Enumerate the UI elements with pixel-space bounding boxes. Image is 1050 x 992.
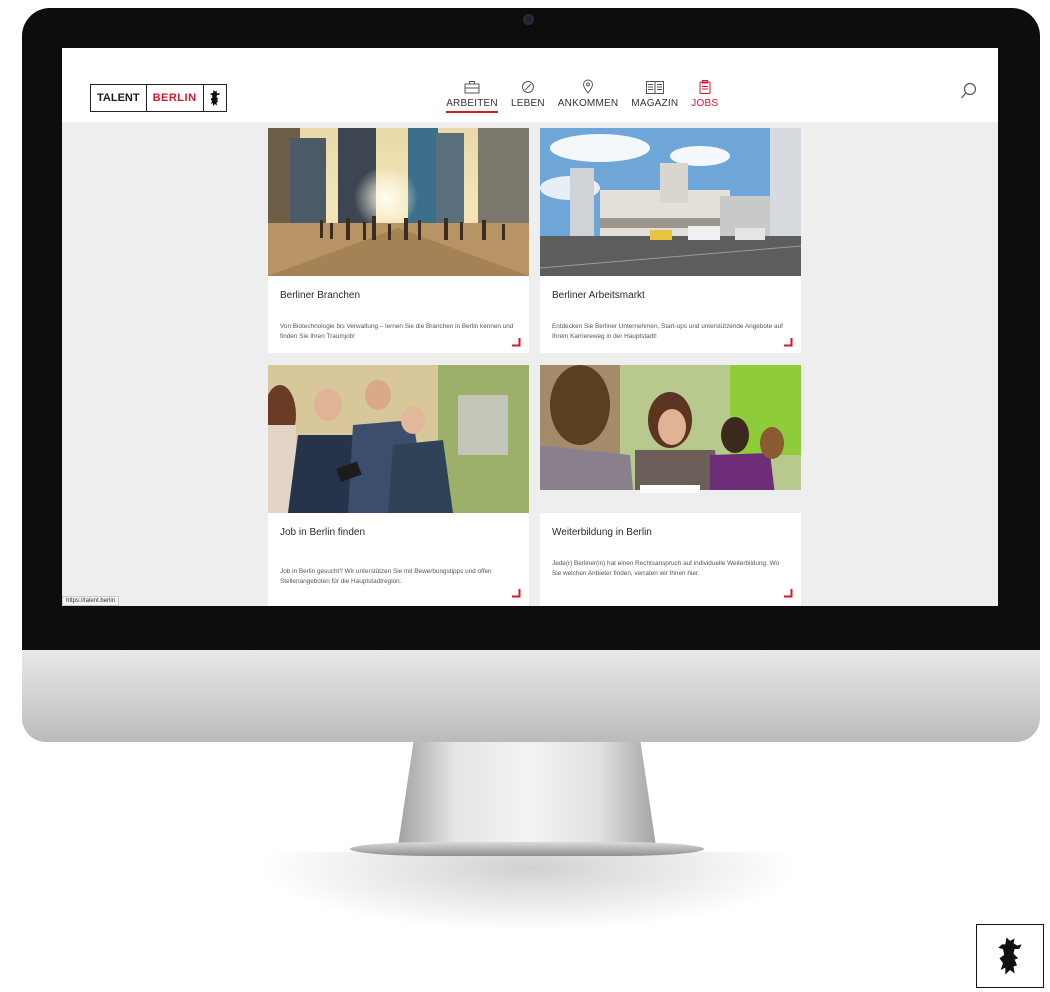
main-nav: ARBEITEN LEBEN ANKOMMEN MAGAZIN JOBS: [446, 78, 731, 113]
screen: TALENT BERLIN ARBEITEN LEBEN ANKOMMEN MA…: [62, 48, 998, 606]
search-icon: [961, 82, 977, 99]
card-description: Von Biotechnologie bis Verwaltung – lern…: [280, 323, 514, 340]
nav-label: ANKOMMEN: [557, 98, 619, 109]
nav-item-arbeiten[interactable]: ARBEITEN: [446, 78, 498, 113]
nav-label: LEBEN: [511, 98, 545, 109]
corner-arrow-icon: [784, 589, 793, 598]
compass-icon: [521, 78, 535, 94]
card-image-people-phones: [268, 365, 529, 513]
card-berliner-branchen[interactable]: Berliner Branchen Von Biotechnologie bis…: [268, 128, 529, 353]
berlin-bear-icon: [998, 937, 1022, 975]
card-title: Job in Berlin finden: [280, 527, 366, 538]
corner-arrow-icon: [512, 589, 521, 598]
logo-berlin-text: BERLIN: [147, 85, 204, 111]
berlin-bear-logo: [976, 924, 1044, 988]
logo-talent-text: TALENT: [91, 85, 147, 111]
monitor-chin: [22, 650, 1040, 742]
location-pin-icon: [581, 78, 595, 94]
site-header: TALENT BERLIN ARBEITEN LEBEN ANKOMMEN MA…: [62, 48, 998, 122]
card-image-city-street: [268, 128, 529, 276]
card-description: Entdecken Sie Berliner Unternehmen, Star…: [552, 323, 783, 340]
card-weiterbildung-in-berlin[interactable]: Weiterbildung in Berlin Jede(r) Berliner…: [540, 365, 801, 606]
card-title: Weiterbildung in Berlin: [552, 527, 652, 538]
monitor-stand: [398, 742, 656, 846]
card-title: Berliner Branchen: [280, 290, 361, 301]
briefcase-icon: [464, 78, 480, 94]
search-button[interactable]: [960, 82, 978, 100]
nav-item-leben[interactable]: LEBEN: [511, 78, 545, 113]
card-description: Jede(r) Berliner(in) hat einen Rechtsans…: [552, 560, 780, 577]
corner-arrow-icon: [784, 338, 793, 347]
nav-item-ankommen[interactable]: ANKOMMEN: [558, 78, 619, 113]
webcam: [523, 14, 534, 25]
newspaper-icon: [645, 78, 664, 94]
card-image-classroom: [540, 365, 801, 513]
stand-shadow: [260, 852, 800, 932]
card-job-in-berlin-finden[interactable]: Job in Berlin finden Job in Berlin gesuc…: [268, 365, 529, 606]
status-bar-url: https://talent.berlin: [62, 596, 120, 606]
monitor-stand-base: [350, 842, 704, 856]
card-image-berlin-street: [540, 128, 801, 276]
active-indicator: [446, 111, 498, 113]
site-logo[interactable]: TALENT BERLIN: [90, 84, 227, 112]
nav-item-magazin[interactable]: MAGAZIN: [631, 78, 678, 113]
berlin-bear-icon: [204, 85, 226, 111]
card-title: Berliner Arbeitsmarkt: [552, 290, 645, 301]
nav-label: ARBEITEN: [446, 98, 498, 109]
card-berliner-arbeitsmarkt[interactable]: Berliner Arbeitsmarkt Entdecken Sie Berl…: [540, 128, 801, 353]
nav-label: MAGAZIN: [631, 98, 679, 109]
nav-label: JOBS: [691, 98, 719, 109]
card-description: Job in Berlin gesucht? Wir unterstützen …: [280, 568, 492, 585]
nav-item-jobs[interactable]: JOBS: [691, 78, 718, 113]
clipboard-icon: [699, 78, 711, 94]
corner-arrow-icon: [512, 338, 521, 347]
